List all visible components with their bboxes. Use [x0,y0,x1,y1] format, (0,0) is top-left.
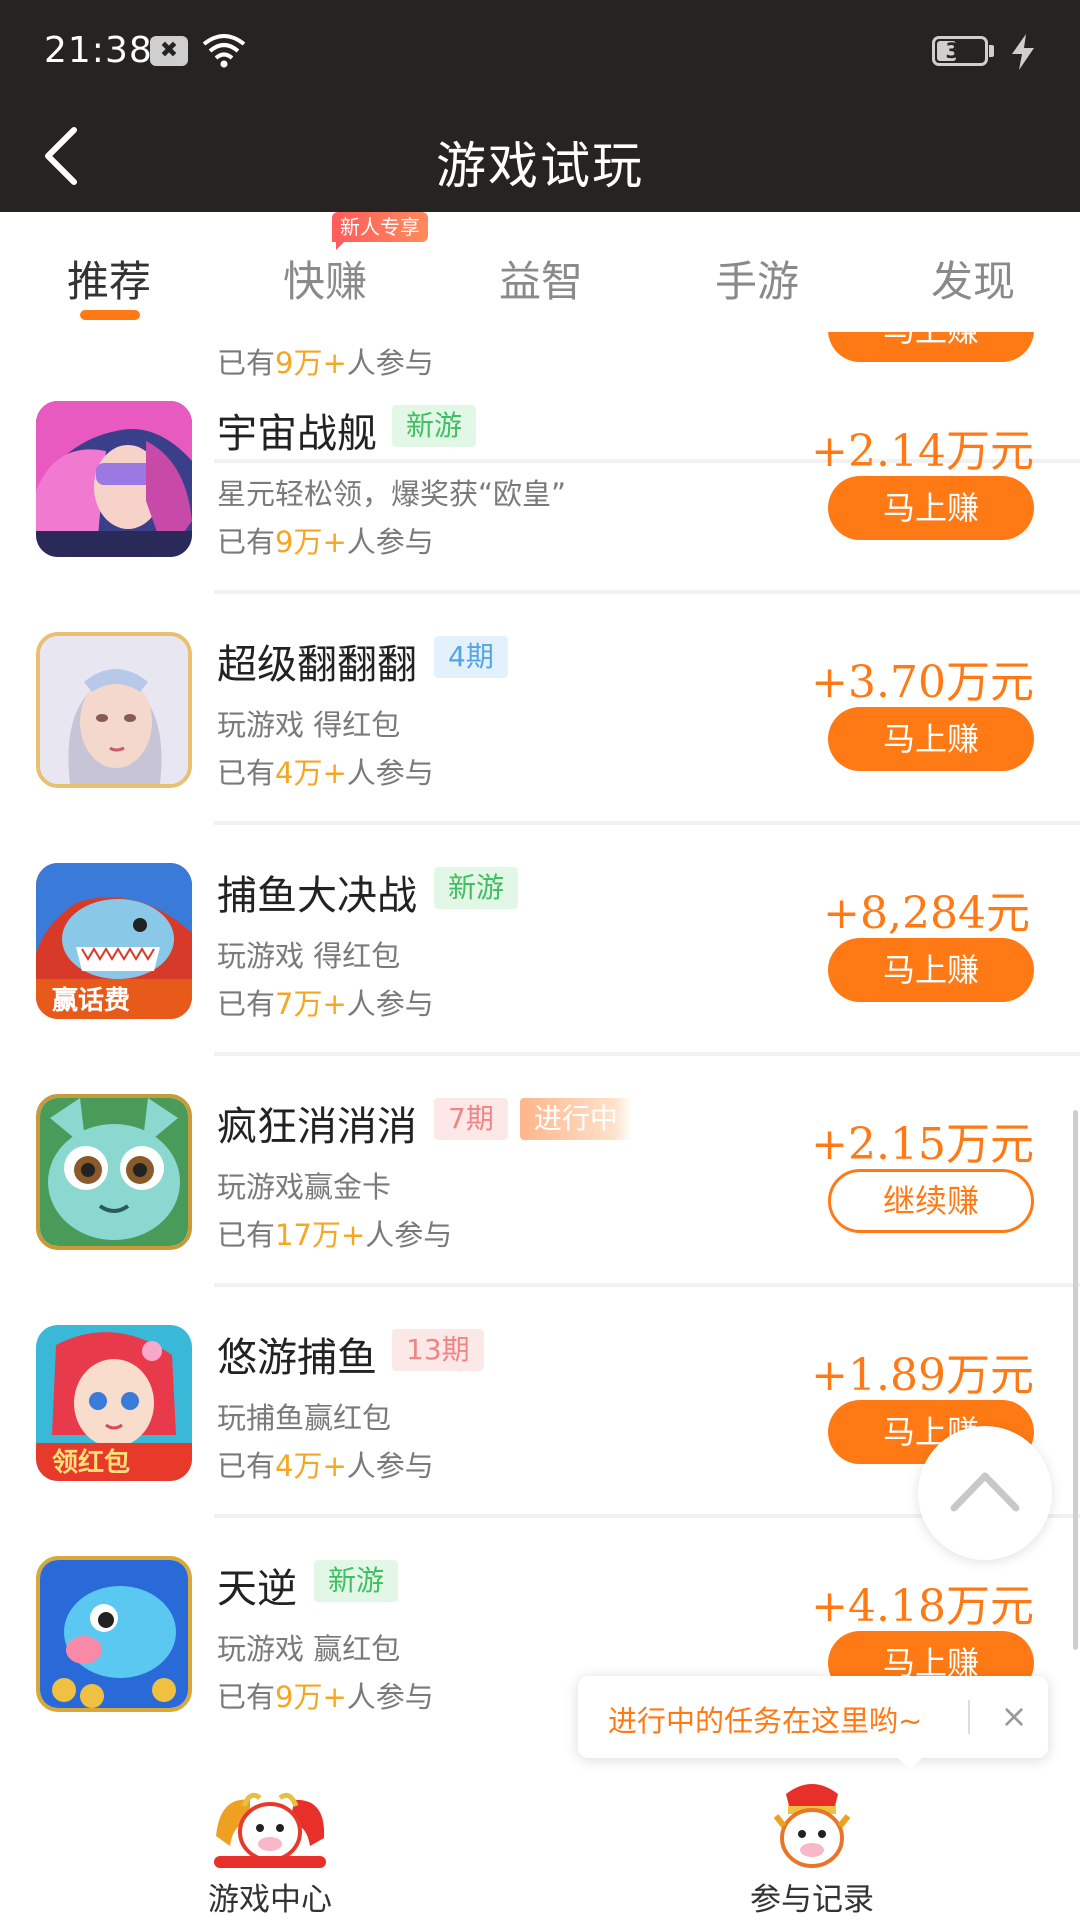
wifi-icon [202,34,246,68]
game-description: 玩游戏 得红包 [217,708,401,742]
game-thumbnail: 赢话费 [36,863,192,1019]
participant-count: 已有9万+人参与 [217,525,434,559]
reward-amount: +2.14万元 [811,426,1034,477]
game-thumbnail [36,1556,192,1712]
game-description: 玩捕鱼赢红包 [217,1401,392,1435]
game-description: 玩游戏赢金卡 [217,1170,392,1204]
nav-game-center[interactable]: 游戏中心 [120,1772,420,1920]
reward-amount: +4.18万元 [811,1581,1034,1632]
active-tab-indicator [80,310,140,320]
earn-now-button[interactable]: 马上赚 [828,332,1034,362]
game-name: 超级翻翻翻 [217,642,417,688]
notification-icon: ✖ [150,36,188,66]
game-tags: 新游 [392,405,477,447]
task-tip-popup: 进行中的任务在这里哟~ × [578,1676,1048,1758]
reward-amount: +1.89万元 [811,1350,1034,1401]
nav-label: 参与记录 [750,1882,874,1918]
battery-level: 39 [945,39,975,63]
battery-icon: 39 [932,36,988,66]
participant-count: 已有17万+人参与 [217,1218,453,1252]
status-time: 21:38 [44,30,153,71]
bottom-nav: 游戏中心 参与记录 [0,1772,1080,1920]
game-tags: 13期 [392,1329,484,1371]
status-bar: 21:38 ✖ 39 [0,0,1080,100]
participant-count: 已有4万+人参与 [217,1449,434,1483]
page-title: 游戏试玩 [436,137,644,195]
game-thumbnail [36,1094,192,1250]
game-row[interactable]: 超级翻翻翻 4期 玩游戏 得红包 已有4万+人参与 +3.70万元 马上赚 [0,594,1080,825]
tab-puzzle[interactable]: 益智 [466,248,616,309]
reward-amount: +3.70万元 [811,657,1034,708]
game-center-icon [214,1792,326,1868]
game-name: 疯狂消消消 [217,1104,417,1150]
tag-new-game: 新游 [392,405,477,447]
tag-new-game: 新游 [314,1560,399,1602]
game-tags: 新游 [314,1560,399,1602]
earn-now-button[interactable]: 马上赚 [828,476,1034,540]
nav-participation-records[interactable]: 参与记录 [662,1772,962,1920]
game-tags: 4期 [434,636,508,678]
scrollbar[interactable] [1073,1110,1078,1650]
earn-now-button[interactable]: 马上赚 [828,938,1034,1002]
thumbnail-label: 领红包 [52,1447,130,1478]
participant-count: 已有9万+人参与 [217,1680,434,1714]
reward-amount: +2.15万元 [811,1119,1034,1170]
game-description: 星元轻松领，爆奖获“欧皇” [217,477,567,511]
tag-period: 4期 [434,636,508,678]
game-name: 天逆 [217,1566,297,1612]
tag-new-game: 新游 [434,867,519,909]
game-row[interactable]: 宇宙战舰 新游 星元轻松领，爆奖获“欧皇” 已有9万+人参与 +2.14万元 马… [0,363,1080,594]
game-tags: 新游 [434,867,519,909]
tab-recommend[interactable]: 推荐 [34,248,184,309]
reward-amount: +8,284元 [823,888,1030,939]
charging-icon [1012,34,1034,70]
tab-mobile-games[interactable]: 手游 [682,248,832,309]
tag-period: 7期 [434,1098,508,1140]
continue-earning-button[interactable]: 继续赚 [828,1169,1034,1233]
tab-discover[interactable]: 发现 [898,248,1048,309]
chevron-up-icon [950,1472,1020,1512]
game-thumbnail [36,401,192,557]
participant-count: 已有7万+人参与 [217,987,434,1021]
game-row[interactable]: 赢话费 捕鱼大决战 新游 玩游戏 得红包 已有7万+人参与 +8,284元 马上… [0,825,1080,1056]
new-user-badge: 新人专享 [332,212,428,250]
game-row[interactable]: 疯狂消消消 7期 进行中 玩游戏赢金卡 已有17万+人参与 +2.15万元 继续… [0,1056,1080,1287]
game-name: 悠游捕鱼 [217,1335,377,1381]
game-description: 玩游戏 得红包 [217,939,401,973]
records-icon [773,1784,851,1868]
game-name: 捕鱼大决战 [217,873,417,919]
game-name: 宇宙战舰 [217,411,377,457]
task-tip-message: 进行中的任务在这里哟~ [608,1704,923,1738]
earn-now-button[interactable]: 马上赚 [828,707,1034,771]
participant-count: 已有4万+人参与 [217,756,434,790]
close-icon[interactable]: × [990,1690,1038,1742]
tag-period: 13期 [392,1329,484,1371]
game-thumbnail: 领红包 [36,1325,192,1481]
scroll-to-top-button[interactable] [918,1426,1052,1560]
title-bar: 游戏试玩 [0,100,1080,212]
tag-in-progress: 进行中 [519,1098,632,1140]
game-tags: 7期 进行中 [434,1098,632,1140]
game-description: 玩游戏 赢红包 [217,1632,401,1666]
thumbnail-label: 赢话费 [52,985,130,1016]
nav-label: 游戏中心 [208,1882,332,1918]
category-tabs: 推荐 新人专享 快赚 益智 手游 发现 [0,212,1080,332]
game-thumbnail [36,632,192,788]
tab-quick-earn[interactable]: 快赚 [250,248,400,309]
